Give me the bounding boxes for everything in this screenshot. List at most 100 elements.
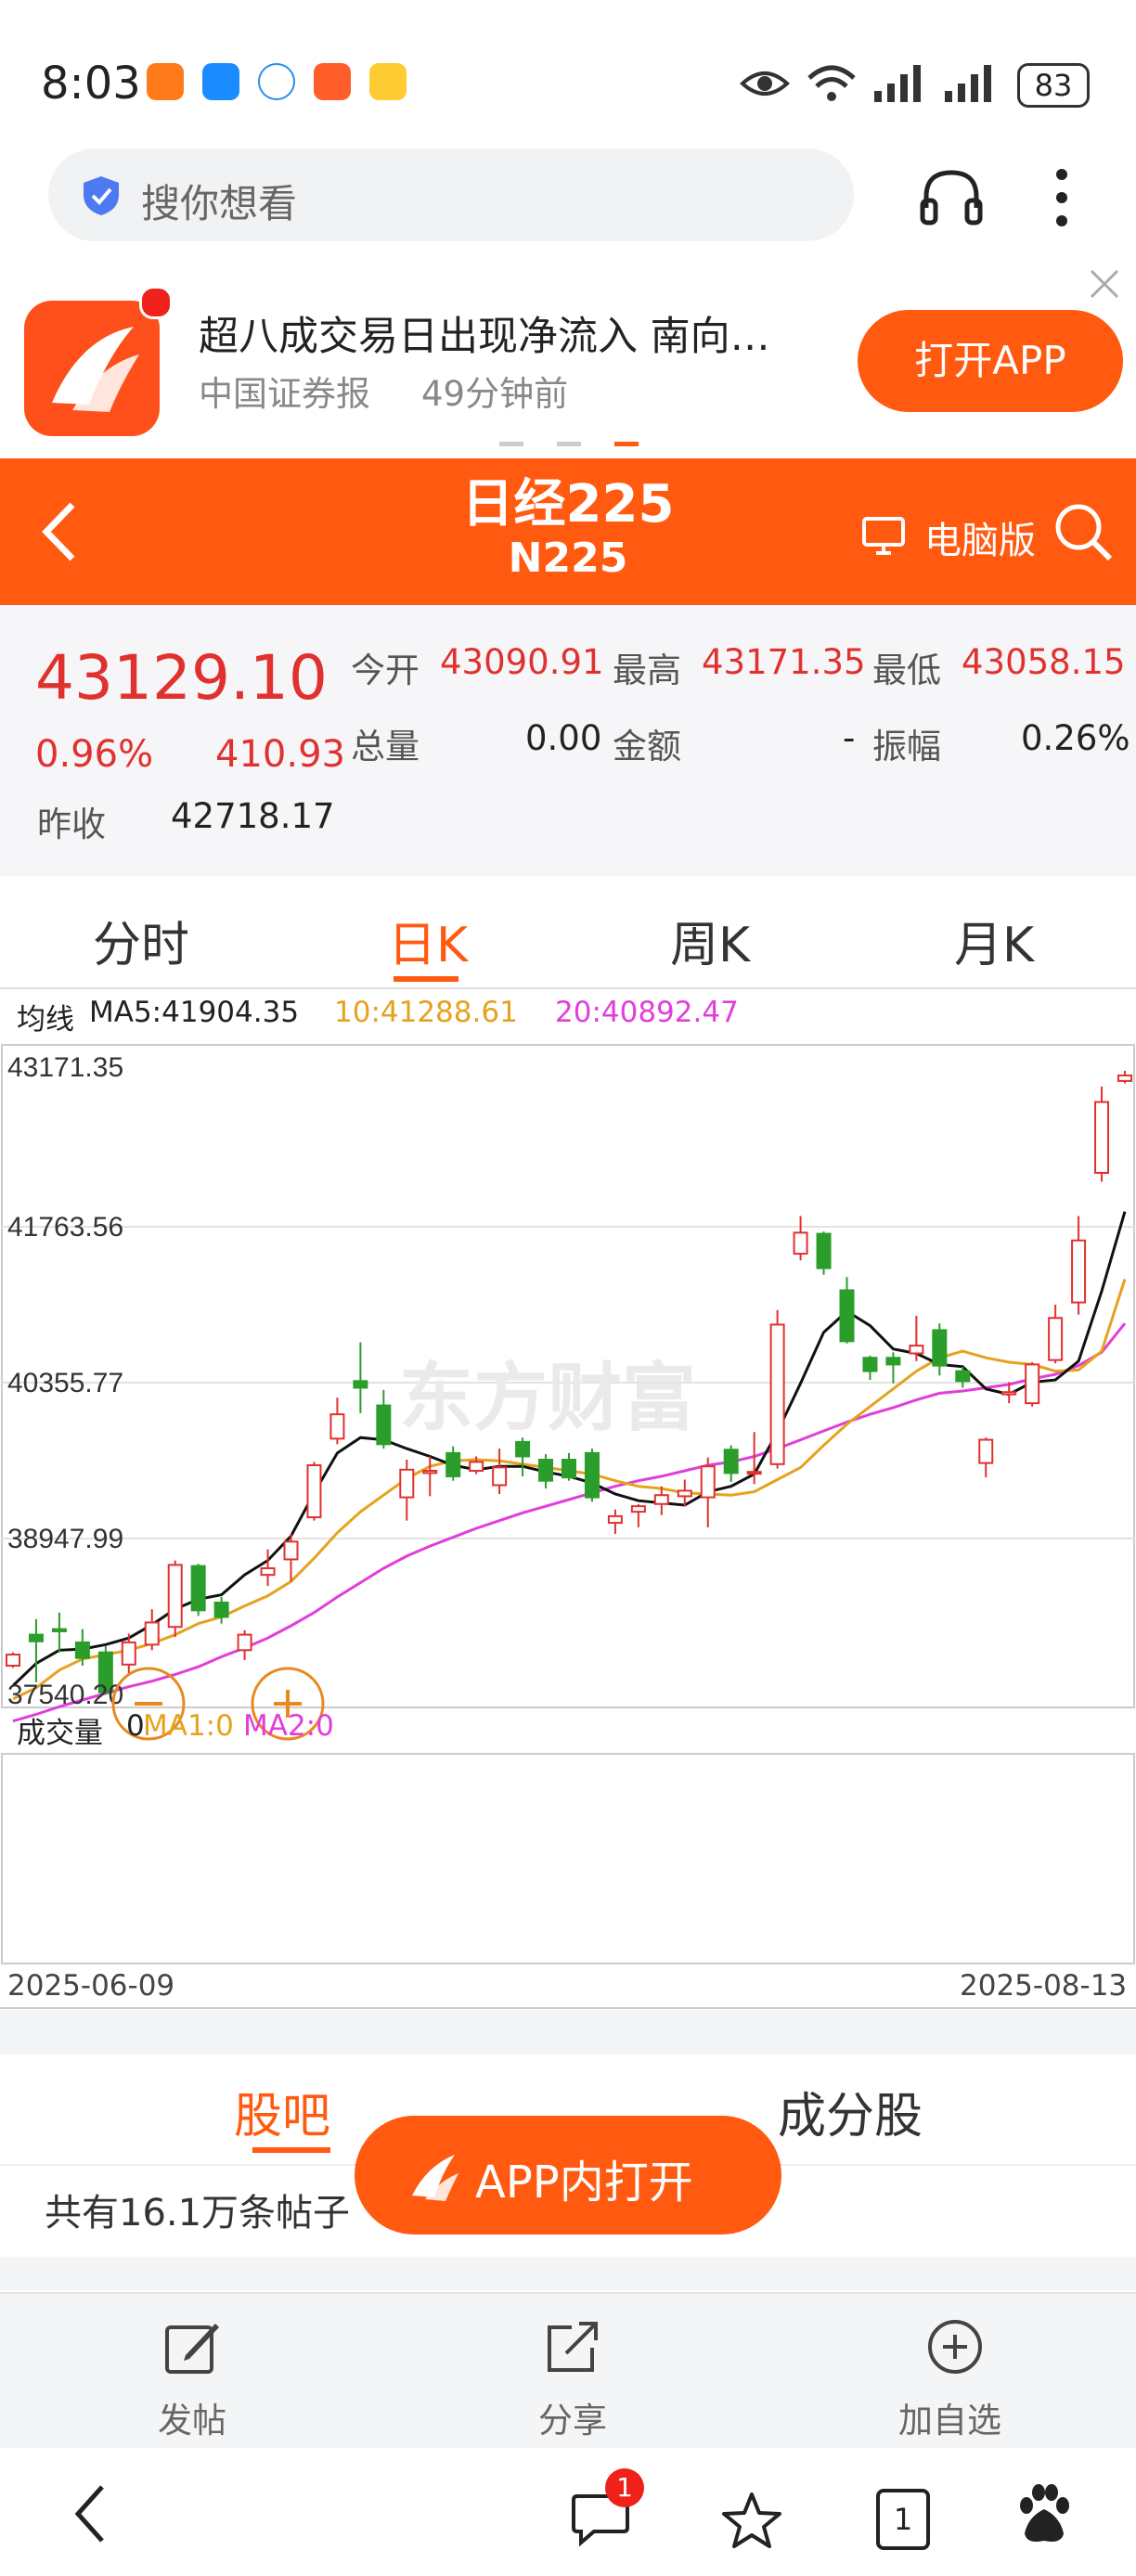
baidu-paw-icon[interactable]: [1013, 2481, 1075, 2548]
amount-label: 金额: [613, 727, 681, 766]
volume-value: 0.00: [525, 718, 602, 758]
last-price: 43129.10: [35, 642, 328, 714]
star-icon[interactable]: [720, 2491, 783, 2550]
add-watchlist-label: 加自选: [898, 2401, 1001, 2441]
close-icon[interactable]: [1088, 267, 1121, 301]
back-arrow-icon[interactable]: [35, 499, 82, 564]
candle-body: [793, 1231, 808, 1256]
tab-intraday[interactable]: 分时: [93, 906, 189, 975]
candle-body: [816, 1232, 832, 1269]
post-label: 发帖: [158, 2401, 226, 2441]
tab-constituents[interactable]: 成分股: [778, 2077, 923, 2146]
search-icon[interactable]: [1052, 501, 1116, 564]
candle-body: [121, 1641, 136, 1666]
open-label: 今开: [351, 650, 420, 690]
candle-body: [329, 1413, 345, 1440]
candle-body: [6, 1654, 20, 1667]
notification-dot: [139, 286, 173, 319]
volume-legend-value: 0: [126, 1709, 145, 1743]
volume-label: 总量: [351, 727, 420, 766]
search-placeholder: 搜你想看: [141, 181, 298, 226]
candle-body: [1048, 1317, 1064, 1361]
candle-body: [469, 1461, 484, 1472]
tabs-count-button[interactable]: 1: [876, 2489, 930, 2550]
candle-body: [1094, 1101, 1110, 1174]
candle-body: [237, 1633, 252, 1652]
prev-close-label: 昨收: [37, 805, 106, 844]
status-time: 8:03: [41, 58, 141, 109]
desktop-version-link[interactable]: 电脑版: [924, 510, 1036, 564]
search-app-icon: [202, 63, 239, 100]
candle-body: [723, 1449, 739, 1475]
stock-header: 日经225 N225 电脑版: [0, 458, 1136, 605]
candle-body: [515, 1440, 531, 1458]
section-gap: [0, 2010, 1136, 2054]
candle-body: [538, 1459, 554, 1482]
add-watchlist-button[interactable]: 加自选: [885, 2312, 1025, 2442]
open-in-app-button[interactable]: APP内打开: [355, 2116, 781, 2235]
candle-body: [1071, 1239, 1087, 1304]
kline-chart[interactable]: 东方财富 43171.35 41763.56 40355.77 38947.99 375…: [0, 1039, 1136, 2010]
candle-body: [399, 1468, 415, 1499]
app-logo-icon: [412, 2155, 458, 2201]
desktop-icon[interactable]: [861, 516, 906, 557]
y-tick-label: 41763.56: [7, 1212, 123, 1243]
shield-icon: [84, 176, 119, 215]
stock-name: 日经225: [461, 474, 675, 535]
high-label: 最高: [613, 650, 681, 690]
share-label: 分享: [538, 2401, 607, 2441]
candle-body: [839, 1289, 855, 1343]
candle-body: [677, 1489, 692, 1498]
open-app-button[interactable]: 打开APP: [858, 310, 1123, 412]
candle-body: [909, 1345, 924, 1355]
browser-nav-bar: 1 1: [0, 2448, 1136, 2576]
pager-dot-3: [614, 442, 639, 446]
candle-body: [51, 1628, 67, 1633]
ma5-legend: MA5:41904.35: [89, 996, 300, 1029]
volume-ma1-legend: MA1:0: [143, 1709, 234, 1743]
ma10-line: [12, 1279, 1127, 1701]
candle-body: [1117, 1074, 1132, 1082]
logo-swoosh-icon: [52, 327, 139, 412]
tab-weekly-k[interactable]: 周K: [670, 906, 750, 975]
candle-body: [885, 1357, 901, 1366]
comments-badge: 1: [605, 2468, 644, 2507]
browser-app-icon: [258, 63, 295, 100]
active-tab-underline: [394, 976, 458, 982]
watermark-text: 东方财富: [399, 1357, 696, 1439]
candle-body: [283, 1540, 299, 1561]
candle-body: [445, 1451, 461, 1477]
more-menu-icon[interactable]: [1052, 165, 1071, 230]
tab-forum[interactable]: 股吧: [234, 2077, 330, 2146]
volume-plot-frame: [1, 1753, 1135, 1964]
candle-body: [700, 1465, 716, 1499]
prev-close-value: 42718.17: [171, 796, 335, 836]
section-gap-2: [0, 2257, 1136, 2290]
candle-body: [167, 1564, 183, 1629]
banner-source: 中国证券报: [199, 374, 370, 414]
share-icon: [548, 2322, 598, 2372]
amount-value: -: [843, 718, 856, 758]
amplitude-label: 振幅: [872, 727, 941, 766]
post-button[interactable]: 发帖: [136, 2312, 247, 2442]
candle-body: [630, 1505, 646, 1513]
y-tick-label: 37540.20: [7, 1680, 123, 1710]
tab-daily-k[interactable]: 日K: [388, 906, 468, 975]
candle-body: [584, 1451, 600, 1499]
open-in-app-label: APP内打开: [475, 2157, 693, 2209]
high-value: 43171.35: [702, 642, 866, 682]
headphones-icon[interactable]: [919, 167, 984, 226]
x-axis-end: 2025-08-13: [960, 1969, 1128, 2003]
share-button[interactable]: 分享: [516, 2312, 627, 2442]
tab-monthly-k[interactable]: 月K: [954, 906, 1034, 975]
candle-body: [213, 1601, 229, 1618]
banner-headline[interactable]: 超八成交易日出现净流入 南向…: [199, 304, 770, 362]
app-notification-icon: [147, 63, 184, 100]
x-axis-start: 2025-06-09: [7, 1969, 175, 2003]
search-bar[interactable]: 搜你想看: [48, 148, 854, 241]
eye-icon: [740, 71, 790, 96]
candle-body: [562, 1459, 576, 1479]
candle-body: [746, 1471, 762, 1475]
action-bar: 发帖 分享 加自选: [0, 2292, 1136, 2450]
nav-back-icon[interactable]: [67, 2481, 113, 2546]
